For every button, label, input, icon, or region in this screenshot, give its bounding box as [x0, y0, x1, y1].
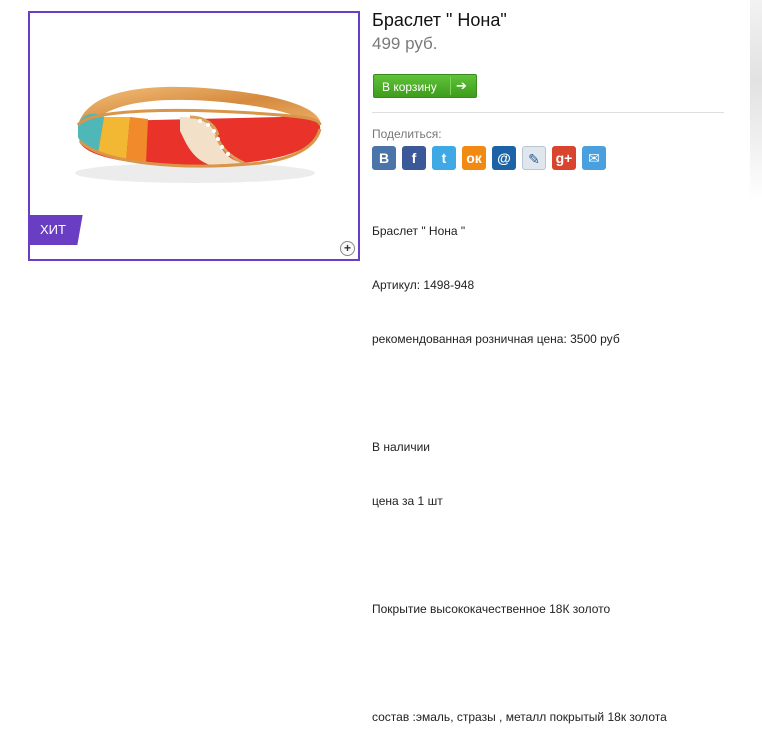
divider [372, 112, 724, 113]
hit-badge-label: ХИТ [40, 222, 66, 237]
vk-icon[interactable]: В [372, 146, 396, 170]
twitter-icon[interactable]: t [432, 146, 456, 170]
page-edge-shadow [750, 0, 762, 200]
email-icon[interactable]: ✉ [582, 146, 606, 170]
share-icons: Вf t ок @ ✎ g+ ✉ [372, 146, 606, 170]
hit-badge: ХИТ [30, 215, 83, 245]
description-line: Покрытие высококачественное 18К золото [372, 602, 611, 616]
googleplus-icon[interactable]: g+ [552, 146, 576, 170]
add-to-cart-label: В корзину [382, 80, 437, 94]
description-line: рекомендованная розничная цена: 3500 руб [372, 332, 620, 346]
mailru-icon[interactable]: @ [492, 146, 516, 170]
add-to-cart-button[interactable]: В корзину ➔ [373, 74, 477, 98]
description-line: цена за 1 шт [372, 494, 443, 508]
share-label: Поделиться: [372, 127, 442, 141]
description-line: Артикул: 1498-948 [372, 278, 475, 292]
facebook-icon[interactable]: f [402, 146, 426, 170]
product-title: Браслет " Нона" [372, 10, 507, 30]
description-line: В наличии [372, 440, 431, 454]
button-divider [450, 77, 451, 95]
description-line: состав :эмаль, стразы , металл покрытый … [372, 710, 667, 724]
livejournal-icon[interactable]: ✎ [522, 146, 546, 170]
arrow-right-icon: ➔ [456, 78, 467, 93]
description-line: Браслет " Нона " [372, 224, 466, 238]
product-image-frame[interactable]: ХИТ + [28, 11, 360, 261]
product-description: Браслет " Нона " Артикул: 1498-948 реком… [372, 186, 667, 744]
zoom-icon[interactable]: + [340, 241, 355, 256]
product-price: 499 руб. [372, 34, 438, 53]
odnoklassniki-icon[interactable]: ок [462, 146, 486, 170]
